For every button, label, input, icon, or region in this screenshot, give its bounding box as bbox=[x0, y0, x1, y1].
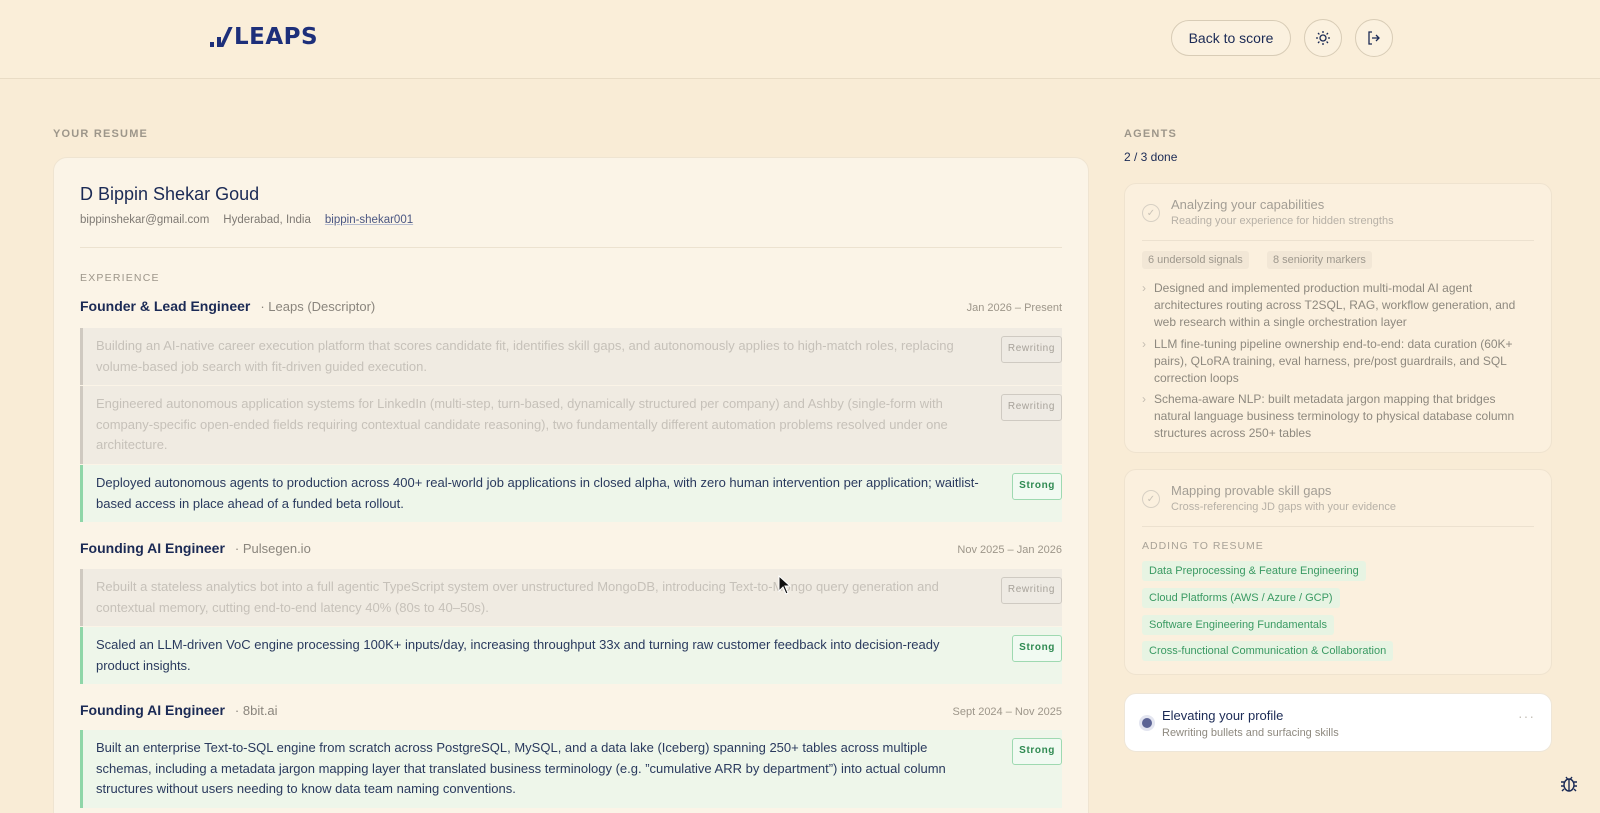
job-title: Founder & Lead Engineer bbox=[80, 298, 251, 314]
job-dates: Jan 2026 – Present bbox=[966, 302, 1062, 314]
resume-name: D Bippin Shekar Goud bbox=[80, 184, 260, 204]
back-to-score-button[interactable]: Back to score bbox=[1171, 20, 1291, 56]
theme-toggle-button[interactable] bbox=[1304, 19, 1342, 57]
skill-tag: Data Preprocessing & Feature Engineering bbox=[1142, 561, 1366, 581]
sun-icon bbox=[1316, 31, 1330, 45]
skill-tag: Cloud Platforms (AWS / Azure / GCP) bbox=[1142, 588, 1340, 608]
bullet-text: Scaled an LLM-driven VoC engine processi… bbox=[96, 637, 940, 673]
check-icon: ✓ bbox=[1142, 490, 1160, 508]
chevron-right-icon: › bbox=[1142, 281, 1146, 295]
resume-bullet[interactable]: Engineered autonomous application system… bbox=[80, 386, 1062, 464]
agent-card-capabilities[interactable]: ✓ Analyzing your capabilities Reading yo… bbox=[1124, 183, 1552, 453]
resume-contact: bippinshekar@gmail.com Hyderabad, India … bbox=[80, 214, 413, 226]
status-badge: Rewriting bbox=[1000, 336, 1062, 363]
capability-bullet: › Schema-aware NLP: built metadata jargo… bbox=[1142, 392, 1515, 440]
experience-label: EXPERIENCE bbox=[80, 272, 160, 284]
agent-card-skill-gaps[interactable]: ✓ Mapping provable skill gaps Cross-refe… bbox=[1124, 469, 1552, 675]
capability-bullet: › Designed and implemented production mu… bbox=[1142, 281, 1516, 329]
chevron-right-icon: › bbox=[1142, 392, 1146, 406]
resume-section-label: YOUR RESUME bbox=[53, 128, 149, 140]
job-header: Founder & Lead Engineer · Leaps (Descrip… bbox=[80, 298, 1062, 314]
logo-text: LEAPS bbox=[234, 24, 319, 50]
resume-bullet[interactable]: Rebuilt a stateless analytics bot into a… bbox=[80, 569, 1062, 626]
agents-section-label: AGENTS bbox=[1124, 128, 1178, 140]
job-dates: Sept 2024 – Nov 2025 bbox=[952, 706, 1062, 718]
bullet-text: Built an enterprise Text-to-SQL engine f… bbox=[96, 740, 946, 796]
skill-tag: Cross-functional Communication & Collabo… bbox=[1142, 641, 1394, 661]
resume-email: bippinshekar@gmail.com bbox=[80, 214, 210, 226]
agent-title: Elevating your profile bbox=[1162, 708, 1284, 723]
agent-subtitle: Reading your experience for hidden stren… bbox=[1171, 215, 1394, 227]
bullet-text: Engineered autonomous application system… bbox=[96, 396, 948, 452]
signal-chip: 8 seniority markers bbox=[1267, 251, 1372, 269]
agent-subtitle: Cross-referencing JD gaps with your evid… bbox=[1171, 501, 1396, 513]
skill-tag: Software Engineering Fundamentals bbox=[1142, 615, 1334, 635]
job-company: · Pulsegen.io bbox=[234, 541, 311, 556]
logout-icon bbox=[1368, 31, 1380, 45]
divider bbox=[1142, 526, 1534, 527]
status-badge: Rewriting bbox=[1000, 394, 1062, 421]
bullet-text: Building an AI-native career execution p… bbox=[96, 338, 954, 374]
job-header: Founding AI Engineer · Pulsegen.io Nov 2… bbox=[80, 540, 1062, 556]
agent-title: Mapping provable skill gaps bbox=[1171, 483, 1332, 498]
job-title: Founding AI Engineer bbox=[80, 702, 225, 718]
resume-bullet[interactable]: Built an enterprise Text-to-SQL engine f… bbox=[80, 730, 1062, 808]
resume-card: D Bippin Shekar Goud bippinshekar@gmail.… bbox=[53, 157, 1089, 813]
logout-button[interactable] bbox=[1355, 19, 1393, 57]
loading-ellipsis-icon: ··· bbox=[1518, 708, 1535, 724]
job-title: Founding AI Engineer bbox=[80, 540, 225, 556]
active-status-dot bbox=[1142, 718, 1152, 728]
job-company: · Leaps (Descriptor) bbox=[260, 299, 376, 314]
divider bbox=[1142, 240, 1534, 241]
agent-title: Analyzing your capabilities bbox=[1171, 197, 1325, 212]
chevron-right-icon: › bbox=[1142, 337, 1146, 351]
capability-bullet: › LLM fine-tuning pipeline ownership end… bbox=[1142, 337, 1513, 385]
resume-bullet[interactable]: Deployed autonomous agents to production… bbox=[80, 465, 1062, 522]
top-header: LEAPS Back to score bbox=[0, 0, 1600, 79]
job-header: Founding AI Engineer · 8bit.ai Sept 2024… bbox=[80, 702, 1062, 718]
bug-icon[interactable] bbox=[1558, 772, 1580, 794]
adding-to-resume-label: ADDING TO RESUME bbox=[1142, 540, 1264, 552]
status-badge: Rewriting bbox=[1000, 577, 1062, 604]
check-icon: ✓ bbox=[1142, 204, 1160, 222]
agent-subtitle: Rewriting bullets and surfacing skills bbox=[1162, 727, 1339, 739]
status-badge: Strong bbox=[1012, 635, 1062, 662]
job-dates: Nov 2025 – Jan 2026 bbox=[957, 544, 1062, 556]
resume-bullet[interactable]: Scaled an LLM-driven VoC engine processi… bbox=[80, 627, 1062, 684]
bullet-text: Deployed autonomous agents to production… bbox=[96, 475, 979, 511]
mouse-cursor-icon bbox=[778, 575, 792, 595]
resume-bullet[interactable]: Building an AI-native career execution p… bbox=[80, 328, 1062, 385]
bullet-text: Rebuilt a stateless analytics bot into a… bbox=[96, 579, 939, 615]
divider bbox=[80, 247, 1062, 248]
signal-chip: 6 undersold signals bbox=[1142, 251, 1249, 269]
status-badge: Strong bbox=[1012, 738, 1062, 765]
job-company: · 8bit.ai bbox=[234, 703, 278, 718]
agents-progress: 2 / 3 done bbox=[1124, 150, 1178, 164]
leaps-logo[interactable]: LEAPS bbox=[210, 24, 318, 50]
agent-card-elevating[interactable]: Elevating your profile Rewriting bullets… bbox=[1124, 693, 1552, 752]
resume-location: Hyderabad, India bbox=[223, 214, 311, 226]
status-badge: Strong bbox=[1012, 473, 1062, 500]
resume-profile-link[interactable]: bippin-shekar001 bbox=[325, 214, 413, 226]
logo-bars-icon bbox=[210, 27, 233, 47]
